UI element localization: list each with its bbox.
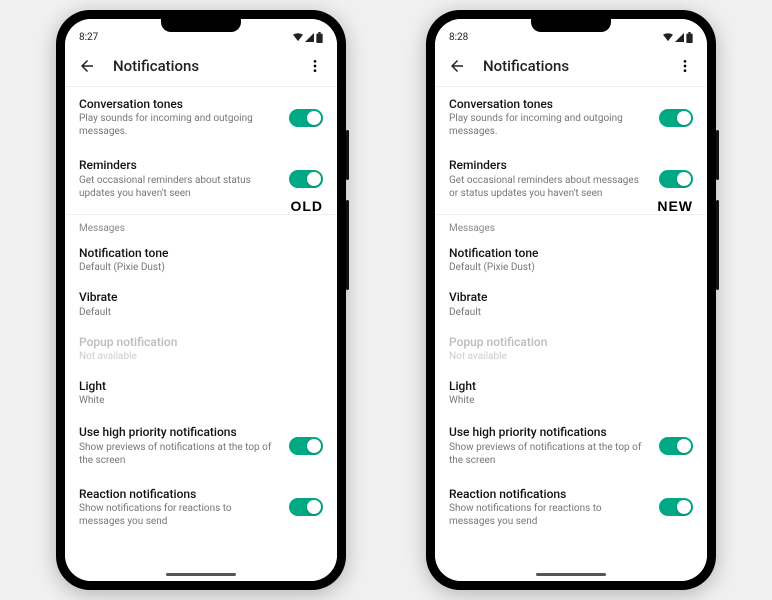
phone-old: 8:27 Notifications Conversation tones Pl… xyxy=(56,10,346,590)
setting-title: Reminders xyxy=(79,158,279,172)
setting-subtitle: Default (Pixie Dust) xyxy=(449,261,693,274)
settings-list[interactable]: Conversation tones Play sounds for incom… xyxy=(65,87,337,567)
setting-vibrate[interactable]: Vibrate Default xyxy=(65,282,337,326)
back-arrow-icon xyxy=(78,57,96,75)
signal-icon xyxy=(305,33,314,42)
toggle-conversation-tones[interactable] xyxy=(659,109,693,127)
setting-title: Use high priority notifications xyxy=(449,425,649,439)
setting-conversation-tones[interactable]: Conversation tones Play sounds for incom… xyxy=(65,87,337,148)
back-arrow-icon xyxy=(448,57,466,75)
setting-subtitle: Get occasional reminders about messages … xyxy=(449,174,649,200)
setting-subtitle: Not available xyxy=(449,350,693,363)
page-title: Notifications xyxy=(483,57,659,75)
setting-title: Reaction notifications xyxy=(79,487,279,501)
setting-title: Notification tone xyxy=(79,246,323,260)
power-button[interactable] xyxy=(346,130,349,180)
setting-light[interactable]: Light White xyxy=(435,371,707,415)
setting-title: Reaction notifications xyxy=(449,487,649,501)
setting-subtitle: White xyxy=(79,394,323,407)
status-time: 8:27 xyxy=(79,32,98,43)
setting-notification-tone[interactable]: Notification tone Default (Pixie Dust) xyxy=(65,238,337,282)
setting-subtitle: Default xyxy=(449,306,693,319)
volume-button[interactable] xyxy=(716,200,719,290)
notch xyxy=(161,19,241,32)
nav-pill[interactable] xyxy=(536,573,606,576)
phone-new: 8:28 Notifications Conversation tones Pl… xyxy=(426,10,716,590)
setting-subtitle: White xyxy=(449,394,693,407)
setting-subtitle: Show previews of notifications at the to… xyxy=(79,441,279,467)
settings-list[interactable]: Conversation tones Play sounds for incom… xyxy=(435,87,707,567)
wifi-icon xyxy=(293,33,303,42)
setting-title: Vibrate xyxy=(79,290,323,304)
setting-title: Conversation tones xyxy=(449,97,649,111)
setting-title: Light xyxy=(79,379,323,393)
overflow-menu-button[interactable] xyxy=(303,54,327,78)
setting-reaction-notifications[interactable]: Reaction notifications Show notification… xyxy=(65,477,337,538)
status-icons xyxy=(663,32,693,43)
status-time: 8:28 xyxy=(449,32,468,43)
toggle-reaction-notifications[interactable] xyxy=(659,498,693,516)
setting-vibrate[interactable]: Vibrate Default xyxy=(435,282,707,326)
setting-subtitle: Show notifications for reactions to mess… xyxy=(449,502,649,528)
setting-title: Popup notification xyxy=(449,335,693,349)
setting-light[interactable]: Light White xyxy=(65,371,337,415)
toggle-high-priority[interactable] xyxy=(289,437,323,455)
setting-subtitle: Default (Pixie Dust) xyxy=(79,261,323,274)
status-icons xyxy=(293,32,323,43)
overflow-menu-button[interactable] xyxy=(673,54,697,78)
setting-popup-notification: Popup notification Not available xyxy=(435,327,707,371)
setting-conversation-tones[interactable]: Conversation tones Play sounds for incom… xyxy=(435,87,707,148)
setting-title: Reminders xyxy=(449,158,649,172)
setting-notification-tone[interactable]: Notification tone Default (Pixie Dust) xyxy=(435,238,707,282)
toggle-reminders[interactable] xyxy=(289,170,323,188)
setting-subtitle: Get occasional reminders about status up… xyxy=(79,174,279,200)
volume-button[interactable] xyxy=(346,200,349,290)
wifi-icon xyxy=(663,33,673,42)
comparison-label: OLD xyxy=(290,198,323,214)
app-header: Notifications xyxy=(435,45,707,87)
app-header: Notifications xyxy=(65,45,337,87)
comparison-label: NEW xyxy=(657,198,693,214)
screen: 8:27 Notifications Conversation tones Pl… xyxy=(65,19,337,581)
setting-subtitle: Show notifications for reactions to mess… xyxy=(79,502,279,528)
screen: 8:28 Notifications Conversation tones Pl… xyxy=(435,19,707,581)
toggle-reaction-notifications[interactable] xyxy=(289,498,323,516)
setting-reaction-notifications[interactable]: Reaction notifications Show notification… xyxy=(435,477,707,538)
toggle-high-priority[interactable] xyxy=(659,437,693,455)
toggle-conversation-tones[interactable] xyxy=(289,109,323,127)
setting-subtitle: Play sounds for incoming and outgoing me… xyxy=(79,112,279,138)
setting-title: Conversation tones xyxy=(79,97,279,111)
nav-bar xyxy=(65,567,337,581)
setting-title: Use high priority notifications xyxy=(79,425,279,439)
section-header-messages: Messages xyxy=(435,214,707,238)
toggle-reminders[interactable] xyxy=(659,170,693,188)
setting-title: Notification tone xyxy=(449,246,693,260)
power-button[interactable] xyxy=(716,130,719,180)
signal-icon xyxy=(675,33,684,42)
setting-title: Popup notification xyxy=(79,335,323,349)
page-title: Notifications xyxy=(113,57,289,75)
setting-subtitle: Show previews of notifications at the to… xyxy=(449,441,649,467)
kebab-icon xyxy=(677,58,693,74)
setting-subtitle: Play sounds for incoming and outgoing me… xyxy=(449,112,649,138)
battery-icon xyxy=(316,32,323,43)
setting-title: Vibrate xyxy=(449,290,693,304)
setting-high-priority[interactable]: Use high priority notifications Show pre… xyxy=(435,415,707,476)
section-header-messages: Messages xyxy=(65,214,337,238)
kebab-icon xyxy=(307,58,323,74)
setting-popup-notification: Popup notification Not available xyxy=(65,327,337,371)
back-button[interactable] xyxy=(75,54,99,78)
battery-icon xyxy=(686,32,693,43)
notch xyxy=(531,19,611,32)
setting-subtitle: Default xyxy=(79,306,323,319)
back-button[interactable] xyxy=(445,54,469,78)
setting-title: Light xyxy=(449,379,693,393)
nav-pill[interactable] xyxy=(166,573,236,576)
nav-bar xyxy=(435,567,707,581)
setting-subtitle: Not available xyxy=(79,350,323,363)
setting-high-priority[interactable]: Use high priority notifications Show pre… xyxy=(65,415,337,476)
